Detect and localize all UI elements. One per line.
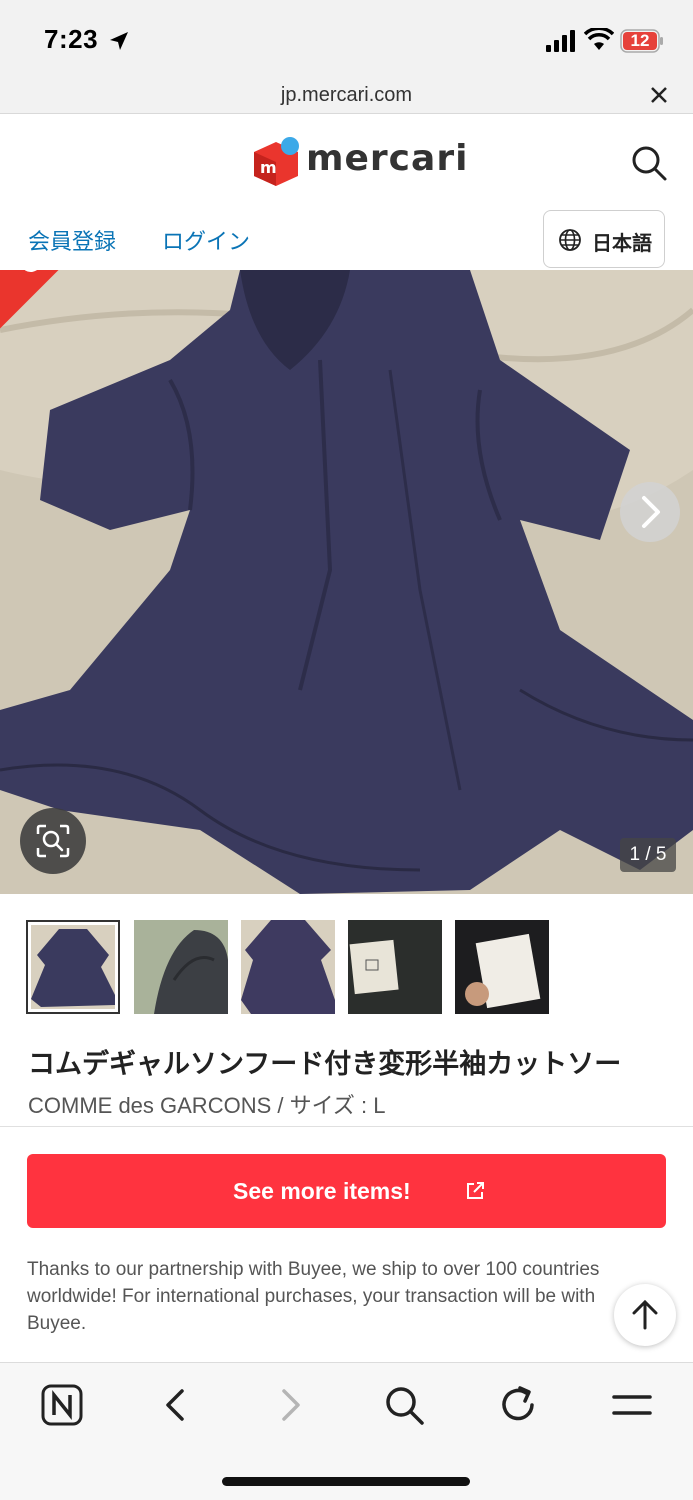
n-app-icon[interactable] xyxy=(40,1383,84,1427)
reload-icon[interactable] xyxy=(496,1383,540,1427)
status-time: 7:23 xyxy=(44,24,99,54)
url-bar[interactable]: jp.mercari.com xyxy=(0,80,693,114)
thumbnail-1[interactable] xyxy=(26,920,120,1014)
close-icon[interactable] xyxy=(648,84,670,106)
thumbnail-2[interactable] xyxy=(134,920,228,1014)
buyee-notice: Thanks to our partnership with Buyee, we… xyxy=(27,1259,600,1334)
next-image-button[interactable] xyxy=(620,482,680,542)
image-search-icon xyxy=(36,824,70,858)
search-icon[interactable] xyxy=(630,144,668,182)
language-label: 日本語 xyxy=(592,233,652,255)
see-more-label: See more items! xyxy=(233,1178,411,1204)
scroll-to-top-button[interactable] xyxy=(614,1284,676,1346)
auth-row: 会員登録 ログイン 日本語 xyxy=(0,206,693,270)
search-icon[interactable] xyxy=(382,1383,426,1427)
login-link[interactable]: ログイン xyxy=(162,224,250,256)
browser-toolbar xyxy=(0,1362,693,1500)
wifi-icon xyxy=(584,28,614,50)
menu-icon[interactable] xyxy=(610,1383,654,1427)
back-icon[interactable] xyxy=(154,1383,198,1427)
battery-level: 12 xyxy=(630,31,650,50)
url-domain[interactable]: jp.mercari.com xyxy=(0,84,693,107)
mercari-logo-icon[interactable]: m xyxy=(250,136,302,188)
thumbnail-strip xyxy=(26,920,666,1016)
site-header: m mercari xyxy=(0,114,693,206)
location-arrow-icon xyxy=(110,32,128,50)
status-bar: 7:23 12 xyxy=(0,0,693,80)
item-brand-size: COMME des GARCONS / サイズ : L xyxy=(28,1093,386,1118)
divider xyxy=(0,1126,693,1127)
language-button[interactable]: 日本語 xyxy=(543,210,665,268)
svg-text:m: m xyxy=(260,158,277,177)
external-link-icon xyxy=(467,1182,484,1199)
garment-image xyxy=(0,270,693,894)
see-more-items-button[interactable]: See more items! xyxy=(27,1154,666,1228)
item-title: コムデギャルソンフード付き変形半袖カットソー xyxy=(28,1049,622,1079)
forward-icon[interactable] xyxy=(268,1383,312,1427)
chevron-right-icon xyxy=(642,496,660,528)
mercari-logo-text[interactable]: mercari xyxy=(306,138,468,179)
product-photo[interactable]: SOLD xyxy=(0,270,693,894)
thumbnail-3[interactable] xyxy=(241,920,335,1014)
image-search-button[interactable] xyxy=(20,808,86,874)
cellular-signal-icon xyxy=(546,30,575,52)
globe-icon xyxy=(559,229,581,251)
register-link[interactable]: 会員登録 xyxy=(28,224,116,256)
home-indicator xyxy=(222,1477,470,1486)
thumbnail-4[interactable] xyxy=(348,920,442,1014)
thumbnail-5[interactable] xyxy=(455,920,549,1014)
image-counter: 1 / 5 xyxy=(620,838,676,872)
arrow-up-icon xyxy=(632,1299,658,1330)
